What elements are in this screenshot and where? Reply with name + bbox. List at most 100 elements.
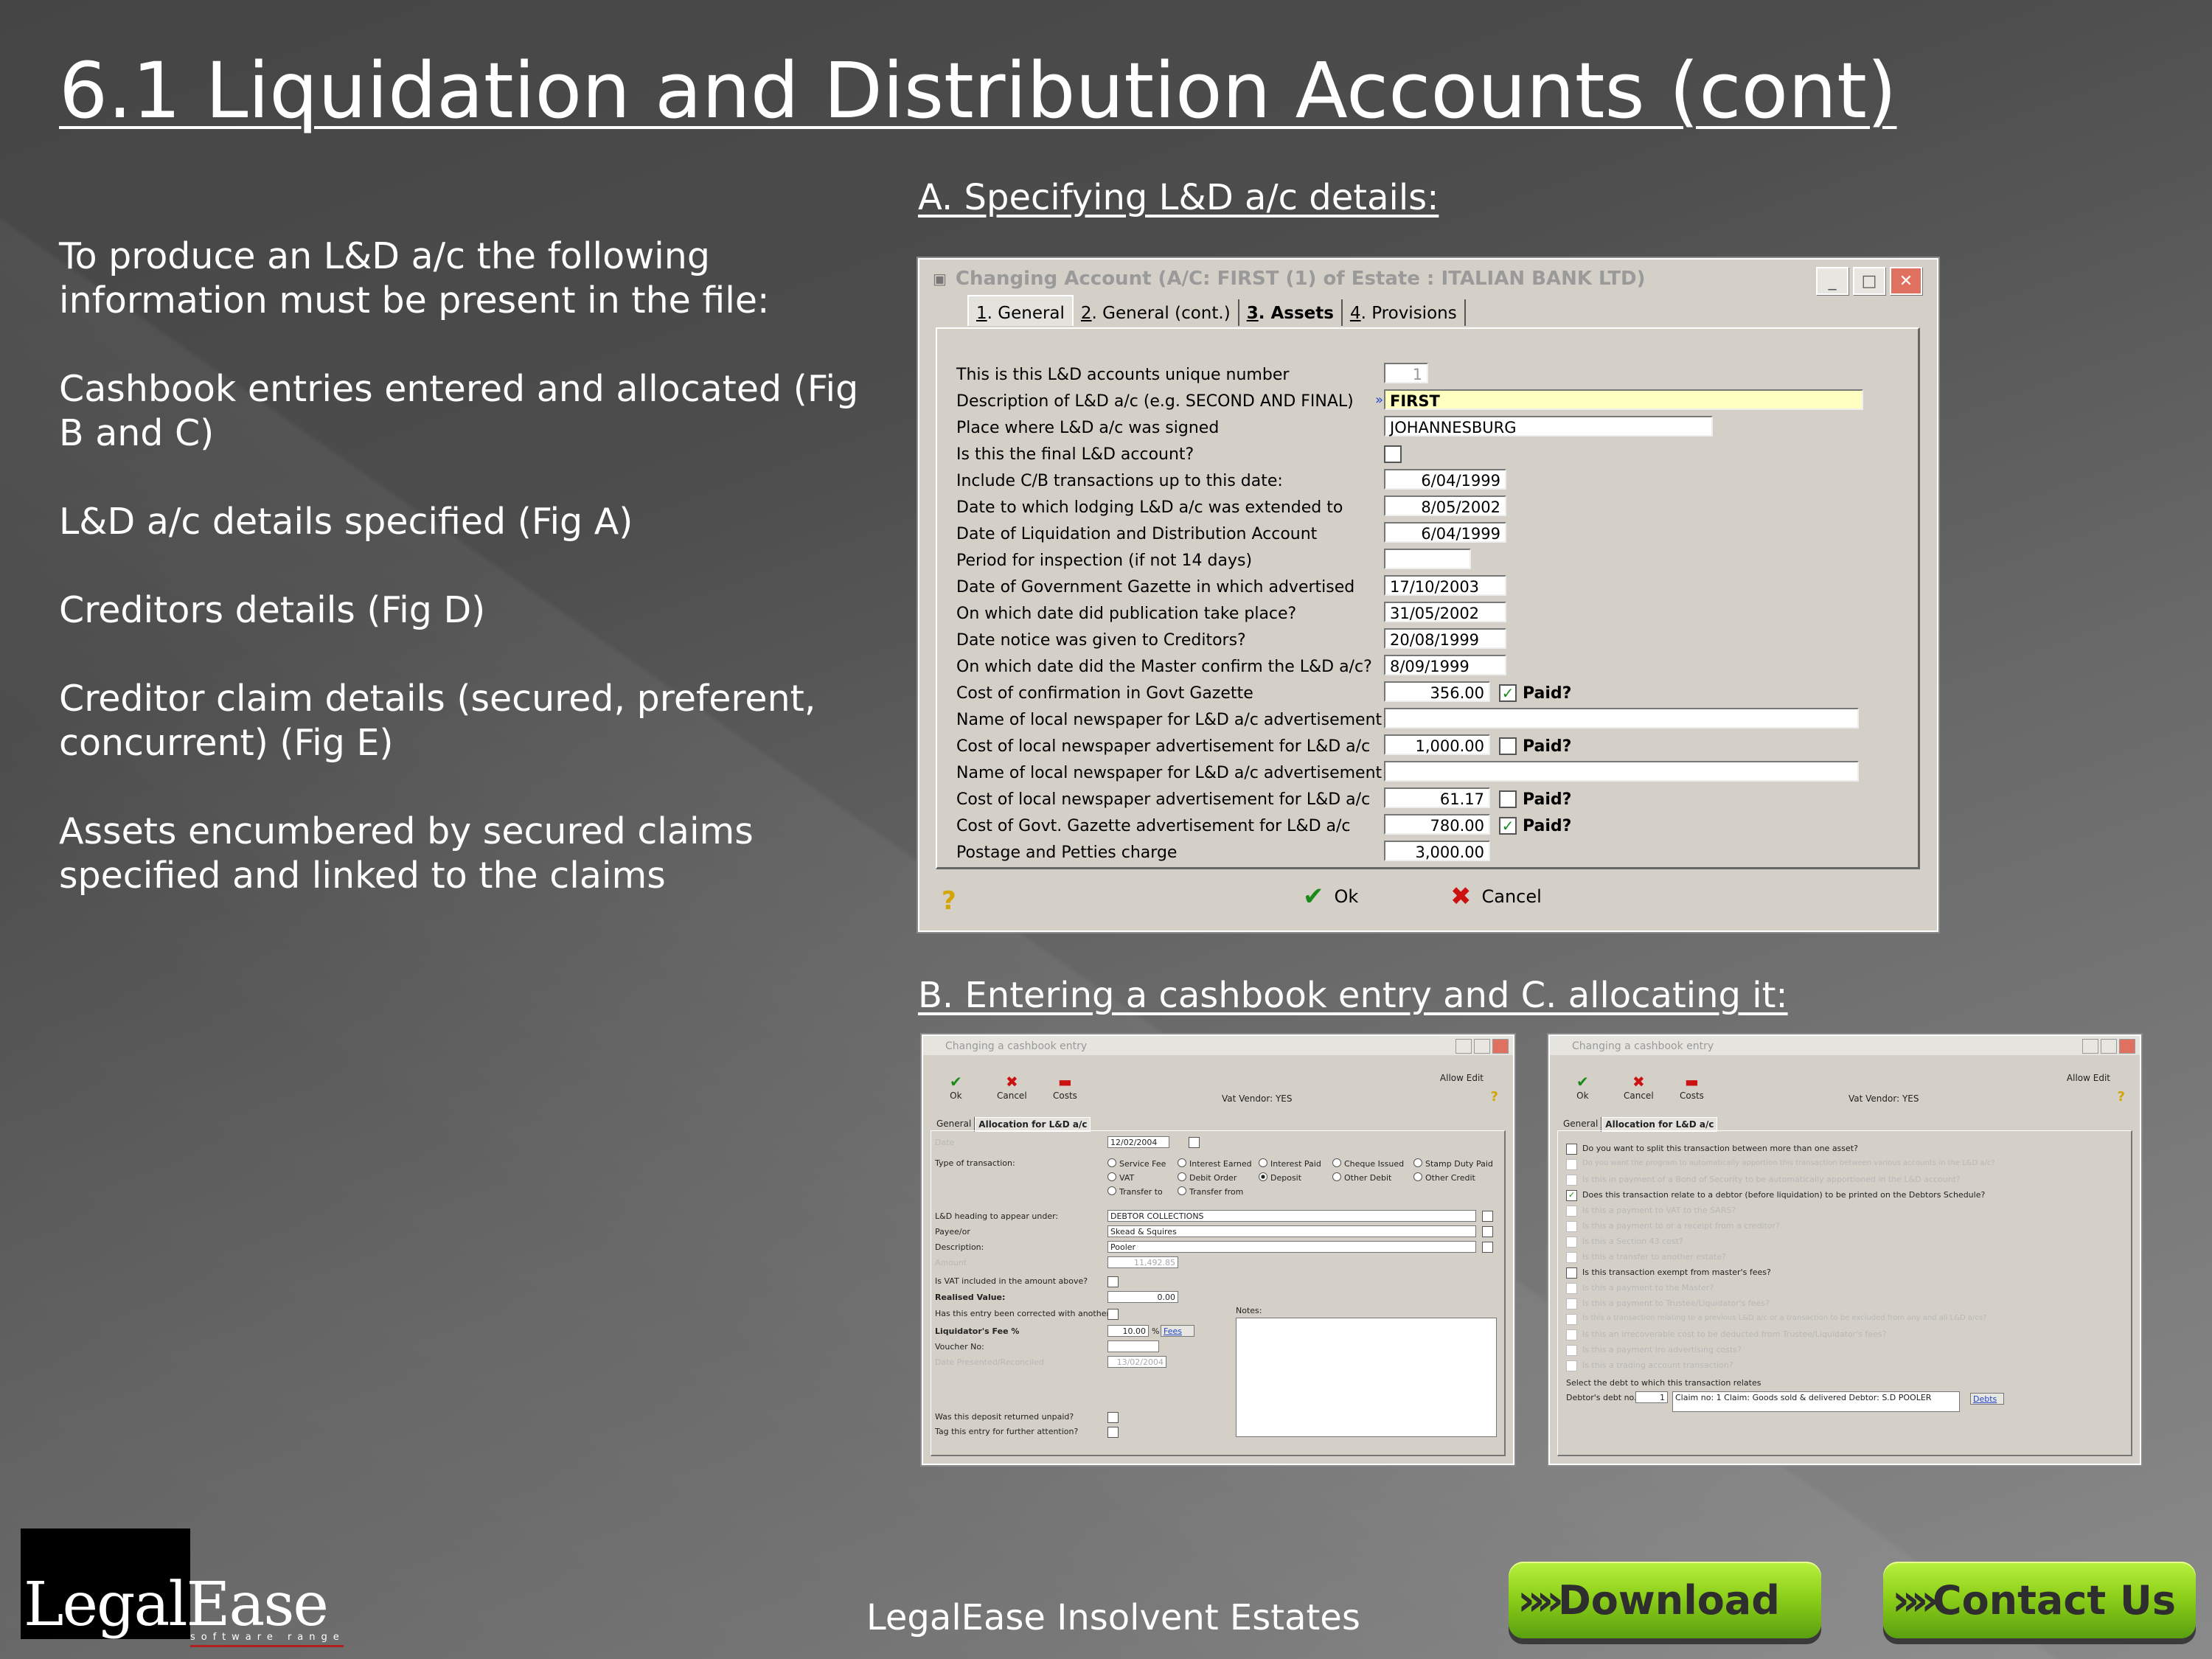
radio-interest-earned[interactable]: Interest Earned xyxy=(1178,1158,1252,1169)
paid-checkbox[interactable] xyxy=(1499,737,1517,755)
notes-textarea[interactable] xyxy=(1236,1318,1497,1437)
costs-tool-button[interactable]: ▬ Costs xyxy=(1053,1073,1077,1101)
radio-transfer-from[interactable]: Transfer from xyxy=(1178,1186,1243,1197)
amount-field[interactable]: 11,492.85 xyxy=(1107,1256,1178,1268)
question-checkbox[interactable] xyxy=(1566,1267,1577,1279)
publication-date-field[interactable]: 31/05/2002 xyxy=(1384,602,1506,622)
notice-date-field[interactable]: 20/08/1999 xyxy=(1384,628,1506,649)
question-checkbox[interactable] xyxy=(1566,1283,1577,1294)
radio-deposit[interactable]: Deposit xyxy=(1259,1172,1301,1183)
date-field[interactable]: 12/02/2004 xyxy=(1107,1136,1169,1148)
ok-tool-button[interactable]: ✔ Ok xyxy=(1576,1073,1589,1101)
tag-checkbox[interactable] xyxy=(1107,1427,1119,1438)
ok-button[interactable]: ✔ Ok xyxy=(1303,882,1358,911)
minimize-button[interactable] xyxy=(2082,1039,2098,1054)
radio-other-credit[interactable]: Other Credit xyxy=(1413,1172,1475,1183)
corrected-checkbox[interactable] xyxy=(1107,1309,1119,1320)
newspaper-name-field[interactable] xyxy=(1384,708,1859,728)
radio-interest-paid[interactable]: Interest Paid xyxy=(1259,1158,1321,1169)
description-field[interactable]: Pooler xyxy=(1107,1241,1476,1253)
vat-checkbox[interactable] xyxy=(1107,1276,1119,1287)
close-button[interactable] xyxy=(1492,1039,1509,1054)
paid-checkbox[interactable] xyxy=(1499,790,1517,808)
final-account-checkbox[interactable] xyxy=(1384,445,1402,463)
tab-assets[interactable]: 3. Assets xyxy=(1239,299,1343,326)
newspaper-name-field[interactable] xyxy=(1384,761,1859,782)
inspection-period-field[interactable] xyxy=(1384,549,1471,569)
include-cb-date-field[interactable]: 6/04/1999 xyxy=(1384,469,1506,490)
question-checkbox[interactable] xyxy=(1566,1314,1577,1325)
radio-transfer-to[interactable]: Transfer to xyxy=(1107,1186,1163,1197)
paid-checkbox[interactable]: ✓ xyxy=(1499,817,1517,835)
gazette-cost-field[interactable]: 780.00 xyxy=(1384,814,1490,835)
tab-allocation[interactable]: Allocation for L&D a/c xyxy=(1601,1117,1718,1132)
question-checkbox[interactable] xyxy=(1566,1175,1577,1186)
allow-edit-label[interactable]: Allow Edit xyxy=(2067,1073,2110,1083)
postage-field[interactable]: 3,000.00 xyxy=(1384,841,1490,861)
minimize-button[interactable]: _ xyxy=(1816,267,1848,295)
close-button[interactable]: ✕ xyxy=(1890,267,1922,295)
newspaper-cost-field[interactable]: 61.17 xyxy=(1384,787,1490,808)
question-checkbox[interactable] xyxy=(1566,1144,1577,1155)
question-checkbox[interactable] xyxy=(1566,1159,1577,1170)
help-icon[interactable]: ? xyxy=(942,886,956,916)
tab-provisions[interactable]: 4. Provisions xyxy=(1343,299,1466,326)
question-checkbox[interactable]: ✓ xyxy=(1566,1190,1577,1201)
question-checkbox[interactable] xyxy=(1566,1345,1577,1356)
question-checkbox[interactable] xyxy=(1566,1206,1577,1217)
description-field[interactable]: FIRST xyxy=(1384,389,1863,410)
place-signed-field[interactable]: JOHANNESBURG xyxy=(1384,416,1713,437)
fees-button[interactable]: Fees xyxy=(1161,1325,1194,1337)
help-icon[interactable]: ? xyxy=(1491,1089,1498,1105)
contact-us-button[interactable]: »» Contact Us xyxy=(1883,1562,2196,1638)
paid-checkbox[interactable]: ✓ xyxy=(1499,684,1517,702)
returned-checkbox[interactable] xyxy=(1107,1412,1119,1423)
lookup-button[interactable] xyxy=(1482,1211,1493,1222)
allow-edit-label[interactable]: Allow Edit xyxy=(1440,1073,1484,1083)
radio-vat[interactable]: VAT xyxy=(1107,1172,1134,1183)
help-icon[interactable]: ? xyxy=(2118,1089,2125,1105)
cancel-tool-button[interactable]: ✖ Cancel xyxy=(997,1073,1027,1101)
realised-field[interactable]: 0.00 xyxy=(1107,1291,1178,1303)
payee-field[interactable]: Skead & Squires xyxy=(1107,1225,1476,1237)
lookup-button[interactable] xyxy=(1482,1226,1493,1237)
master-confirm-date-field[interactable]: 8/09/1999 xyxy=(1384,655,1506,675)
liquidation-date-field[interactable]: 6/04/1999 xyxy=(1384,522,1506,543)
presented-field[interactable]: 13/02/2004 xyxy=(1107,1356,1166,1368)
radio-service-fee[interactable]: Service Fee xyxy=(1107,1158,1166,1169)
heading-field[interactable]: DEBTOR COLLECTIONS xyxy=(1107,1210,1476,1222)
gazette-date-field[interactable]: 17/10/2003 xyxy=(1384,575,1506,596)
radio-stamp-duty[interactable]: Stamp Duty Paid xyxy=(1413,1158,1493,1169)
cancel-button[interactable]: ✖ Cancel xyxy=(1450,882,1542,911)
tab-general-cont[interactable]: 2. General (cont.) xyxy=(1074,299,1239,326)
tab-general[interactable]: General xyxy=(1560,1117,1602,1132)
ok-tool-button[interactable]: ✔ Ok xyxy=(950,1073,962,1101)
radio-other-debit[interactable]: Other Debit xyxy=(1332,1172,1391,1183)
minimize-button[interactable] xyxy=(1455,1039,1472,1054)
radio-cheque-issued[interactable]: Cheque Issued xyxy=(1332,1158,1404,1169)
voucher-field[interactable] xyxy=(1107,1340,1159,1352)
question-checkbox[interactable] xyxy=(1566,1252,1577,1263)
maximize-button[interactable] xyxy=(1474,1039,1490,1054)
tab-general[interactable]: General xyxy=(933,1117,975,1132)
confirmation-cost-field[interactable]: 356.00 xyxy=(1384,681,1490,702)
extended-date-field[interactable]: 8/05/2002 xyxy=(1384,495,1506,516)
fee-field[interactable]: 10.00 xyxy=(1107,1325,1149,1337)
question-checkbox[interactable] xyxy=(1566,1237,1577,1248)
claim-list[interactable]: Claim no: 1 Claim: Goods sold & delivere… xyxy=(1672,1391,1960,1412)
radio-debit-order[interactable]: Debit Order xyxy=(1178,1172,1237,1183)
lookup-button[interactable] xyxy=(1482,1242,1493,1253)
tab-allocation[interactable]: Allocation for L&D a/c xyxy=(975,1117,1091,1132)
tab-general[interactable]: 1. General xyxy=(967,295,1074,326)
maximize-button[interactable]: □ xyxy=(1853,267,1885,295)
question-checkbox[interactable] xyxy=(1566,1298,1577,1310)
debts-button[interactable]: Debts xyxy=(1970,1393,2004,1405)
debt-no-spinner[interactable]: 1 xyxy=(1635,1391,1668,1403)
cancel-tool-button[interactable]: ✖ Cancel xyxy=(1624,1073,1654,1101)
costs-tool-button[interactable]: ▬ Costs xyxy=(1680,1073,1704,1101)
download-button[interactable]: »» Download xyxy=(1509,1562,1821,1638)
close-button[interactable] xyxy=(2119,1039,2135,1054)
newspaper-cost-field[interactable]: 1,000.00 xyxy=(1384,734,1490,755)
unique-number-field[interactable]: 1 xyxy=(1384,363,1428,383)
question-checkbox[interactable] xyxy=(1566,1360,1577,1371)
